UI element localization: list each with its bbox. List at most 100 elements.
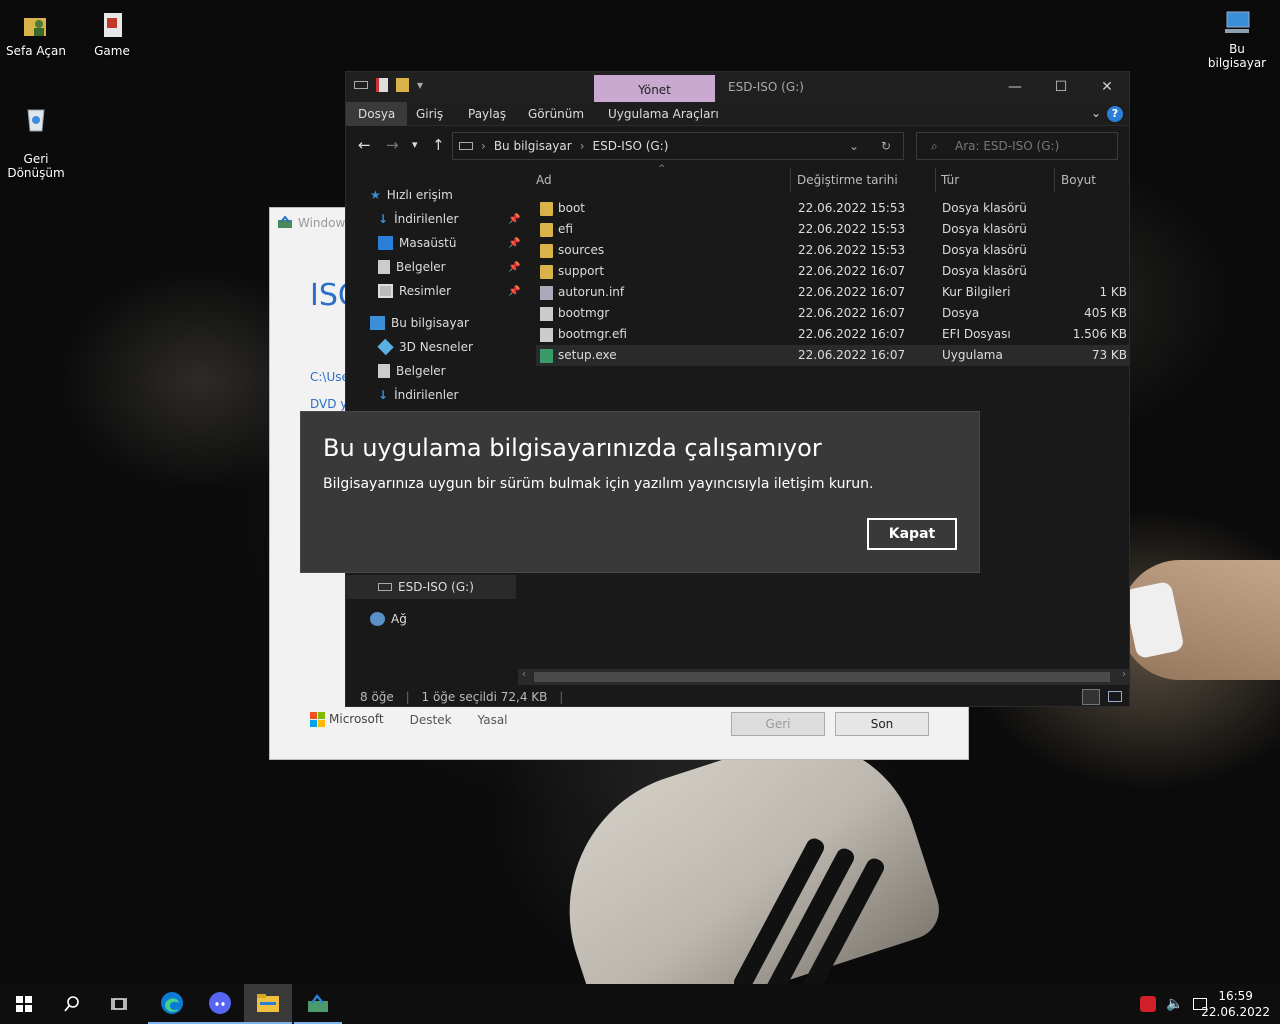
tab-view[interactable]: Görünüm (516, 102, 596, 126)
desktop-icon-game[interactable]: Game (76, 10, 148, 58)
file-type: Dosya (942, 306, 980, 320)
taskbar-clock[interactable]: 16:59 22.06.2022 (1201, 988, 1270, 1020)
desktop-icon (378, 236, 393, 250)
breadcrumb-drive[interactable]: ESD-ISO (G:) (593, 139, 669, 153)
column-header-type[interactable]: Tür (941, 168, 959, 192)
file-row[interactable]: support 22.06.2022 16:07 Dosya klasörü (536, 261, 1130, 282)
desktop-icon-this-pc[interactable]: Bu bilgisayar (1200, 8, 1274, 70)
sort-arrow-icon: ^ (658, 164, 666, 174)
drive-icon[interactable] (354, 81, 368, 89)
pin-icon: 📌 (508, 261, 521, 273)
antivirus-icon[interactable] (1140, 996, 1156, 1012)
nav-item-pc-downloads[interactable]: ↓ İndirilenler (378, 383, 458, 407)
maximize-icon[interactable]: ☐ (1038, 72, 1084, 102)
close-button[interactable]: Kapat (867, 518, 957, 550)
nav-network[interactable]: Ağ (370, 607, 407, 631)
taskbar-file-explorer[interactable] (244, 984, 292, 1024)
nav-item-documents[interactable]: Belgeler 📌 (378, 255, 521, 279)
tab-app-tools[interactable]: Uygulama Araçları (596, 102, 731, 126)
scrollbar-thumb[interactable] (534, 672, 1110, 682)
details-view-icon[interactable] (1082, 689, 1100, 705)
tab-file[interactable]: Dosya (346, 102, 408, 126)
scroll-left-icon[interactable]: ‹ (522, 669, 526, 680)
support-link[interactable]: Destek (410, 713, 452, 727)
file-modified: 22.06.2022 16:07 (798, 264, 906, 278)
installer-back-button[interactable]: Geri (731, 712, 825, 736)
breadcrumb-separator-icon: › (481, 139, 486, 153)
file-type: Dosya klasörü (942, 264, 1027, 278)
file-row[interactable]: setup.exe 22.06.2022 16:07 Uygulama 73 KB (536, 345, 1130, 366)
nav-item-downloads[interactable]: ↓ İndirilenler 📌 (378, 207, 520, 231)
column-separator[interactable] (1054, 168, 1055, 192)
column-header-size[interactable]: Boyut (1061, 168, 1096, 192)
search-button[interactable] (48, 984, 96, 1024)
installer-next-button[interactable]: Son (835, 712, 929, 736)
taskbar-installer[interactable] (294, 984, 342, 1024)
column-separator[interactable] (790, 168, 791, 192)
desktop-icon-label: Bu bilgisayar (1207, 42, 1267, 70)
chevron-down-icon[interactable]: ▾ (417, 78, 423, 92)
nav-item-3d-objects[interactable]: 3D Nesneler (377, 335, 473, 359)
scroll-right-icon[interactable]: › (1122, 669, 1126, 680)
column-header-name[interactable]: Ad (536, 168, 552, 192)
legal-link[interactable]: Yasal (478, 713, 508, 727)
nav-this-pc[interactable]: Bu bilgisayar (370, 311, 469, 335)
task-view-button[interactable] (96, 984, 144, 1024)
nav-item-pc-documents[interactable]: Belgeler (378, 359, 446, 383)
recent-locations-icon[interactable]: ▾ (412, 138, 418, 151)
horizontal-scrollbar[interactable]: ‹ › (518, 669, 1130, 685)
file-row[interactable]: bootmgr.efi 22.06.2022 16:07 EFI Dosyası 1.… (536, 324, 1130, 345)
close-icon[interactable]: ✕ (1084, 72, 1130, 102)
discord-icon (209, 992, 231, 1014)
nav-quick-access[interactable]: ★ Hızlı erişim (370, 183, 453, 207)
pin-icon: 📌 (508, 285, 521, 297)
tab-manage[interactable]: Yönet (594, 75, 715, 102)
file-row[interactable]: autorun.inf 22.06.2022 16:07 Kur Bilgileri… (536, 282, 1130, 303)
large-icons-view-icon[interactable] (1108, 691, 1122, 702)
taskbar-discord[interactable] (196, 984, 244, 1024)
nav-item-drive[interactable]: ESD-ISO (G:) (346, 575, 516, 599)
file-row[interactable]: efi 22.06.2022 15:53 Dosya klasörü (536, 219, 1130, 240)
document-icon (378, 260, 390, 274)
address-bar[interactable]: › Bu bilgisayar › ESD-ISO (G:) ⌄ ↻ (452, 132, 904, 160)
forward-arrow-icon[interactable]: → (386, 136, 399, 154)
start-button[interactable] (0, 984, 48, 1024)
new-folder-icon[interactable] (396, 78, 409, 92)
tab-home[interactable]: Giriş (404, 102, 455, 126)
refresh-icon[interactable]: ↻ (881, 139, 891, 153)
file-row[interactable]: boot 22.06.2022 15:53 Dosya klasörü (536, 198, 1130, 219)
back-arrow-icon[interactable]: ← (358, 136, 371, 154)
computer-icon (370, 316, 385, 330)
file-icon (540, 307, 553, 321)
column-separator[interactable] (935, 168, 936, 192)
address-dropdown-icon[interactable]: ⌄ (849, 139, 859, 153)
drive-icon (378, 583, 392, 591)
desktop-icon-user[interactable]: Sefa Açan (0, 10, 72, 58)
cube-icon (377, 338, 394, 356)
search-icon (64, 996, 79, 1012)
dialog-title: Bu uygulama bilgisayarınızda çalışamıyor (323, 434, 822, 462)
breadcrumb-this-pc[interactable]: Bu bilgisayar (494, 139, 572, 153)
column-header-modified[interactable]: Değiştirme tarihi (797, 168, 898, 192)
properties-icon[interactable] (376, 78, 388, 92)
volume-icon[interactable]: 🔈 (1166, 996, 1183, 1012)
ribbon-tabs: Dosya Giriş Paylaş Görünüm Uygulama Araç… (346, 102, 1129, 126)
file-row[interactable]: bootmgr 22.06.2022 16:07 Dosya 405 KB (536, 303, 1130, 324)
desktop-icon-recycle-bin[interactable]: Geri Dönüşüm (0, 90, 72, 180)
file-row[interactable]: sources 22.06.2022 15:53 Dosya klasörü (536, 240, 1130, 261)
breadcrumb-separator-icon: › (579, 139, 585, 153)
up-arrow-icon[interactable]: ↑ (432, 136, 445, 154)
file-type: Dosya klasörü (942, 243, 1027, 257)
taskbar-edge[interactable] (148, 984, 196, 1024)
file-type: Dosya klasörü (942, 222, 1027, 236)
taskbar: 🔈 16:59 22.06.2022 (0, 984, 1280, 1024)
help-icon[interactable]: ? (1107, 106, 1123, 122)
search-input[interactable]: ⌕ Ara: ESD-ISO (G:) (916, 132, 1118, 160)
tab-share[interactable]: Paylaş (456, 102, 518, 126)
minimize-icon[interactable]: — (992, 72, 1038, 102)
pin-icon: 📌 (508, 237, 521, 249)
nav-item-desktop[interactable]: Masaüstü 📌 (378, 231, 521, 255)
nav-item-pictures[interactable]: Resimler 📌 (378, 279, 521, 303)
ribbon-expand-icon[interactable]: ⌄ (1091, 106, 1101, 120)
error-dialog: Bu uygulama bilgisayarınızda çalışamıyor… (300, 411, 980, 573)
